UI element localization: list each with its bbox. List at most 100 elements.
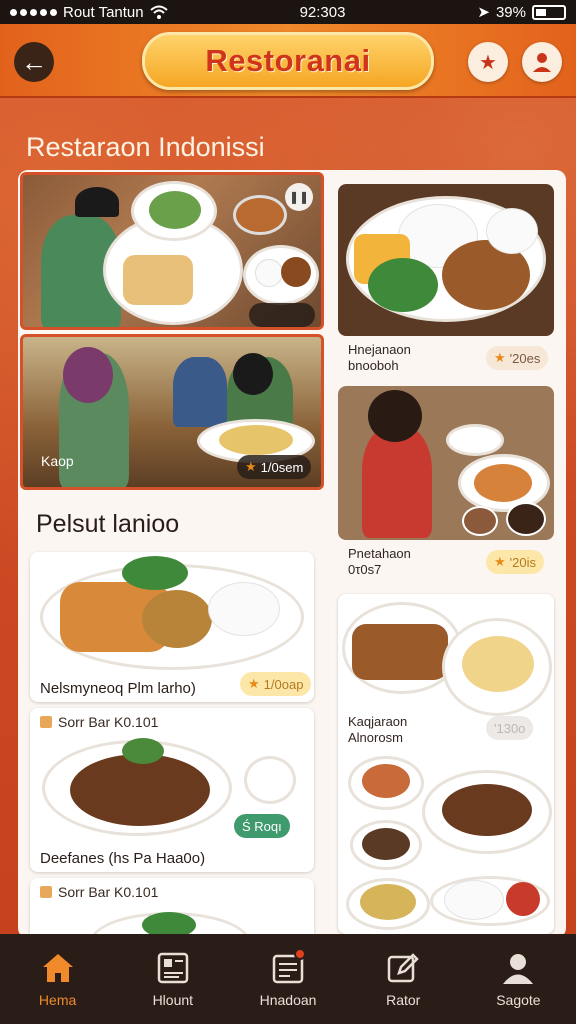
order-button[interactable]: Ś Roqı <box>234 814 290 838</box>
rating-value: 1/0sem <box>260 459 304 475</box>
name-line: Hnejanaon <box>348 342 411 357</box>
page-title: Restaraon Indonissi <box>26 132 265 162</box>
dish-name: Nelsmyneoq Plm larho) <box>40 680 196 697</box>
star-icon: ★ <box>479 51 497 74</box>
dish-meta: Sorr Bar K0.101 <box>40 884 158 900</box>
dish-card[interactable]: Sorr Bar K0.101 Ś Roqı Deefanes (hs Pa H… <box>30 708 314 872</box>
price-value: 1/0oap <box>263 676 304 692</box>
hijab-figure <box>63 347 113 403</box>
rating-badge: ★ 1/0sem <box>237 455 312 479</box>
favorite-button[interactable]: ★ <box>468 42 508 82</box>
content-panel: ❚❚ Kaop ★ 1/0sem Hnejanaon bnooboh ★ '20… <box>18 170 566 938</box>
location-icon: ➤ <box>477 4 490 21</box>
meatballs <box>70 754 210 826</box>
star-icon: ★ <box>494 350 506 365</box>
name-line: Pnetahaon <box>348 546 411 561</box>
dark-tag <box>249 303 315 327</box>
nav-label: Rator <box>386 992 421 1008</box>
menu-book-icon <box>155 950 191 986</box>
head-figure <box>368 390 422 442</box>
fried-chicken <box>352 624 448 680</box>
sauce-bowl <box>506 502 546 536</box>
back-button[interactable]: ← <box>14 42 54 82</box>
nav-profile[interactable]: Sagote <box>461 934 576 1024</box>
order-button-label: Ś Roqı <box>242 818 282 834</box>
rating-badge: ★ '20es <box>486 346 549 370</box>
greens <box>368 258 438 312</box>
salad <box>149 191 201 229</box>
dish-photo <box>338 386 554 540</box>
restaurant-card[interactable]: Kaqjaraon Alnorosm '130o <box>338 594 554 934</box>
clock: 92:303 <box>299 3 346 21</box>
nav-orders[interactable]: Hnadoan <box>230 934 345 1024</box>
notification-dot <box>294 948 306 960</box>
rating-badge: ★ '20is <box>486 550 544 574</box>
dish-card[interactable]: Nelsmyneoq Plm larho) ★ 1/0oap <box>30 552 314 702</box>
dish-meta-text: Sorr Bar K0.101 <box>58 714 159 730</box>
star-icon: ★ <box>245 459 257 474</box>
battery-icon <box>532 4 566 20</box>
section-heading: Pelsut lanioo <box>36 510 180 538</box>
profile-button[interactable] <box>522 42 562 82</box>
rating-value: '130o <box>494 720 526 736</box>
restaurant-photo[interactable]: Kaop ★ 1/0sem <box>20 334 324 490</box>
name-line: bnooboh <box>348 358 399 373</box>
stir-fry <box>362 764 410 798</box>
fried-noodles <box>142 590 212 648</box>
rice <box>255 259 283 287</box>
price-badge: ★ 1/0oap <box>240 672 312 696</box>
arrow-left-icon: ← <box>21 46 47 77</box>
nav-review[interactable]: Rator <box>346 934 461 1024</box>
restaurant-name: Kaqjaraon Alnorosm <box>348 714 407 746</box>
vegetables <box>122 556 188 590</box>
dish-meta: Sorr Bar K0.101 <box>40 714 158 730</box>
nav-label: Sagote <box>496 992 541 1008</box>
noodles <box>219 425 293 455</box>
diner-figure <box>173 357 227 427</box>
more-button[interactable]: ❚❚ <box>285 183 313 211</box>
fried-snack <box>123 255 193 305</box>
name-line: Alnorosm <box>348 730 403 745</box>
brand-logo: Restoranai <box>142 32 434 90</box>
restaurant-photo[interactable]: ❚❚ <box>20 172 324 330</box>
nav-home[interactable]: Hema <box>0 934 115 1024</box>
salad <box>360 884 416 920</box>
soup-bowl <box>233 195 287 235</box>
name-line: Kaqjaraon <box>348 714 408 729</box>
rice-bowl <box>244 756 296 804</box>
app-header: ← Restoranai ★ <box>0 24 576 98</box>
rating-value: '20is <box>509 554 536 570</box>
star-icon: ★ <box>248 676 260 691</box>
dish-plate <box>446 424 504 456</box>
user-icon <box>533 53 551 72</box>
rice <box>208 582 280 636</box>
restaurant-card[interactable]: Pnetahaon 0τ0s7 ★ '20is <box>338 386 554 582</box>
rendang <box>362 828 410 860</box>
dish-card[interactable]: Sorr Bar K0.101 <box>30 878 314 938</box>
beef-strips <box>442 784 532 836</box>
thumbs-up-icon <box>40 716 52 728</box>
dish-photo <box>338 184 554 336</box>
person-icon <box>500 950 536 986</box>
dish-meta-text: Sorr Bar K0.101 <box>58 884 159 900</box>
sambal <box>506 882 540 916</box>
thumbs-up-icon <box>40 886 52 898</box>
nav-menu[interactable]: Hlount <box>115 934 230 1024</box>
signal-icon <box>10 8 57 16</box>
order-list-icon <box>270 948 306 986</box>
stir-fry <box>474 464 532 502</box>
bottom-navigation: Hema Hlount Hnadoan Rator Sagote <box>0 934 576 1024</box>
brand-title: Restoranai <box>205 43 371 78</box>
star-icon: ★ <box>494 554 506 569</box>
rating-value: '20es <box>509 350 541 366</box>
dish-name: Deefanes (hs Pa Haa0o) <box>40 850 206 867</box>
restaurant-name: Pnetahaon 0τ0s7 <box>348 546 411 578</box>
sambal-bowl <box>462 506 498 536</box>
nav-label: Hnadoan <box>259 992 317 1008</box>
battery-percent: 39% <box>495 3 526 21</box>
restaurant-card[interactable]: Hnejanaon bnooboh ★ '20es <box>338 184 554 378</box>
name-line: 0τ0s7 <box>348 562 382 577</box>
rice <box>444 880 504 920</box>
carrier-label: Rout Tantun <box>63 3 144 21</box>
cap-figure <box>75 187 119 217</box>
